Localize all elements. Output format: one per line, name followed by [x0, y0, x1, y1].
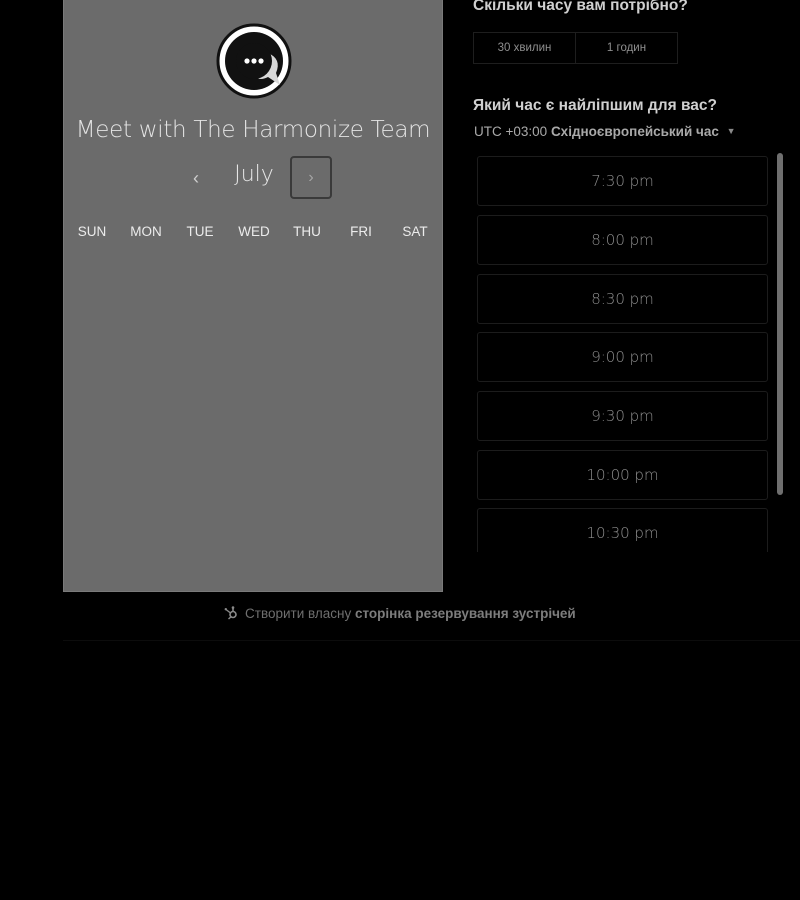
calendar-panel: Meet with The Harmonize Team ‹ July › SU…: [63, 0, 443, 592]
time-slot[interactable]: 10:30 pm: [477, 508, 768, 552]
timezone-offset: UTC +03:00: [474, 124, 548, 139]
weekday-mon: MON: [130, 224, 162, 239]
time-question: Який час є найліпшим для вас?: [473, 97, 717, 114]
duration-30min-button[interactable]: 30 хвилин: [474, 33, 575, 63]
duration-options: 30 хвилин 1 годин: [473, 32, 678, 64]
weekday-sat: SAT: [402, 224, 428, 239]
chevron-left-icon: ‹: [193, 168, 199, 188]
time-slot-scrollbar[interactable]: [777, 153, 783, 495]
month-label: July: [234, 162, 274, 187]
time-slot[interactable]: 8:00 pm: [477, 215, 768, 265]
duration-1hour-button[interactable]: 1 годин: [575, 33, 677, 63]
caret-down-icon: ▼: [726, 126, 736, 136]
footer-create-link[interactable]: Створити власну сторінка резервування зу…: [0, 606, 800, 621]
hubspot-sprocket-icon: [224, 606, 238, 620]
time-slot[interactable]: 8:30 pm: [477, 274, 768, 324]
next-month-button[interactable]: ›: [290, 156, 332, 199]
weekday-wed: WED: [238, 224, 270, 239]
time-slot[interactable]: 10:00 pm: [477, 450, 768, 500]
weekday-tue: TUE: [186, 224, 214, 239]
duration-question: Скільки часу вам потрібно?: [473, 0, 688, 14]
chevron-right-icon: ›: [308, 169, 314, 186]
weekday-thu: THU: [293, 224, 321, 239]
footer-link[interactable]: сторінка резервування зустрічей: [355, 606, 576, 621]
time-slot-list[interactable]: 7:30 pm 8:00 pm 8:30 pm 9:00 pm 9:30 pm …: [477, 156, 770, 552]
timezone-selector[interactable]: UTC +03:00 Східноєвропейський час ▼: [474, 124, 736, 139]
calendar-title: Meet with The Harmonize Team: [75, 117, 431, 143]
chat-bubble-icon: [216, 23, 292, 99]
footer-prefix: Створити власну: [245, 606, 352, 621]
time-slot[interactable]: 9:30 pm: [477, 391, 768, 441]
footer-divider: [63, 640, 800, 641]
weekday-header: SUN MON TUE WED THU FRI SAT: [64, 224, 442, 244]
time-slot[interactable]: 9:00 pm: [477, 332, 768, 382]
weekday-fri: FRI: [350, 224, 372, 239]
timezone-name: Східноєвропейський час: [550, 124, 719, 139]
prev-month-button[interactable]: ‹: [179, 162, 213, 196]
weekday-sun: SUN: [77, 224, 107, 239]
month-navigation: ‹ July ›: [64, 156, 442, 200]
time-slot[interactable]: 7:30 pm: [477, 156, 768, 206]
